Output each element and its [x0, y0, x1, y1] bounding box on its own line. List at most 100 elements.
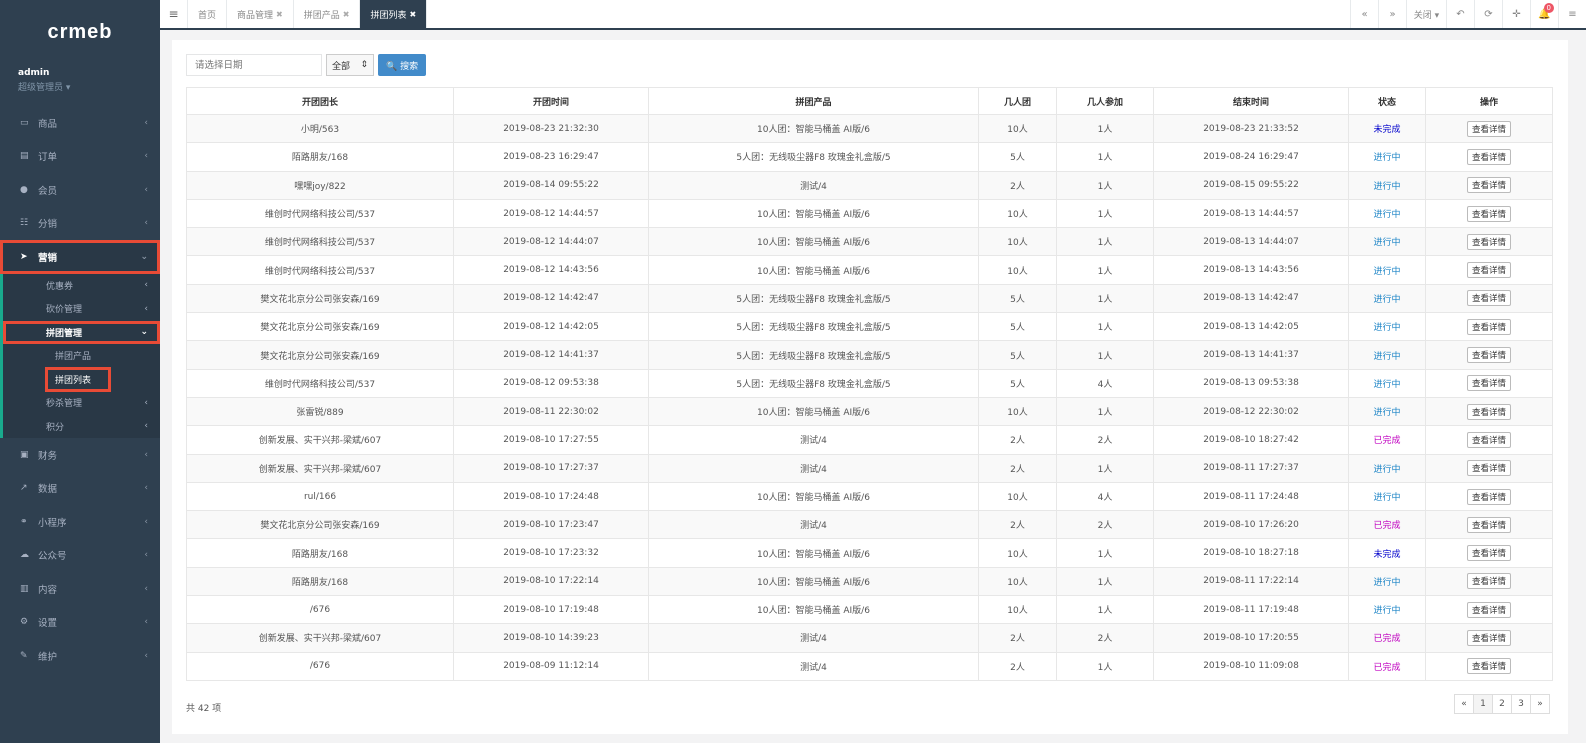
menu-toggle-icon[interactable]: ≡ [160, 0, 188, 28]
page-button[interactable]: 2 [1492, 694, 1512, 714]
status-select[interactable]: 全部 ⇕ [326, 54, 374, 76]
table-cell: 创新发展、实干兴邦-梁斌/607 [186, 453, 454, 483]
close-tabs-dropdown[interactable]: 关闭 ▾ [1406, 0, 1446, 28]
sidebar-item[interactable]: ⚙ 设置 ‹ [0, 606, 160, 640]
sidebar-item[interactable]: ▣ 财务 ‹ [0, 438, 160, 472]
close-icon[interactable]: ✖ [276, 10, 283, 19]
view-detail-button[interactable]: 查看详情 [1466, 148, 1511, 165]
status-cell: 进行中 [1348, 170, 1426, 200]
table-cell: 10人团：智能马桶盖 AI版/6 [648, 538, 979, 568]
refresh-icon[interactable]: ⟳ [1474, 0, 1502, 28]
view-detail-button[interactable]: 查看详情 [1466, 375, 1511, 392]
table-cell: 2019-08-12 09:53:38 [453, 368, 649, 398]
status-cell: 进行中 [1348, 142, 1426, 172]
total-count: 共 42 项 [186, 704, 222, 714]
view-detail-button[interactable]: 查看详情 [1466, 460, 1511, 477]
view-detail-button[interactable]: 查看详情 [1466, 347, 1511, 364]
sidebar-item[interactable]: ▭ 商品 ‹ [0, 106, 160, 140]
table-cell: 测试/4 [648, 425, 979, 455]
table-cell: 2019-08-10 14:39:23 [453, 623, 649, 653]
column-header: 几人团 [978, 87, 1057, 115]
chevron-icon: ‹ [144, 280, 148, 291]
tab[interactable]: 首页 [188, 0, 228, 28]
submenu-item[interactable]: 秒杀管理 ‹ [3, 391, 160, 415]
back-icon[interactable]: ↶ [1446, 0, 1474, 28]
table-row: 小明/563 2019-08-23 21:32:30 10人团：智能马桶盖 AI版/… [186, 113, 1553, 144]
sidebar-item[interactable]: ☷ 分销 ‹ [0, 207, 160, 241]
tab[interactable]: 拼团列表 ✖ [360, 0, 428, 28]
sidebar-item[interactable]: ⚭ 小程序 ‹ [0, 505, 160, 539]
tab[interactable]: 拼团产品 ✖ [294, 0, 361, 28]
view-detail-button[interactable]: 查看详情 [1466, 177, 1511, 194]
column-header: 开团时间 [453, 87, 649, 115]
table-cell: 1人 [1056, 113, 1154, 144]
view-detail-button[interactable]: 查看详情 [1466, 629, 1511, 646]
view-detail-button[interactable]: 查看详情 [1466, 318, 1511, 335]
view-detail-button[interactable]: 查看详情 [1466, 601, 1511, 618]
view-detail-button[interactable]: 查看详情 [1466, 516, 1511, 533]
sidebar-item-label: 数据 [38, 484, 58, 496]
page-button[interactable]: » [1530, 694, 1550, 714]
menu-icon[interactable]: ≡ [1558, 0, 1586, 28]
scroll-left-icon[interactable]: « [1350, 0, 1378, 28]
close-icon[interactable]: ✖ [409, 10, 416, 19]
chevron-icon: ‹ [144, 397, 148, 408]
view-detail-button[interactable]: 查看详情 [1466, 573, 1511, 590]
submenu-item[interactable]: 砍价管理 ‹ [3, 297, 160, 321]
date-range-input[interactable] [186, 54, 322, 76]
column-header: 状态 [1348, 87, 1426, 115]
view-detail-button[interactable]: 查看详情 [1466, 290, 1511, 307]
order-icon: ▤ [20, 151, 29, 162]
view-detail-button[interactable]: 查看详情 [1466, 658, 1511, 675]
view-detail-button[interactable]: 查看详情 [1466, 431, 1511, 448]
status-cell: 进行中 [1348, 340, 1426, 370]
search-button[interactable]: 🔍 搜索 [378, 54, 427, 76]
sidebar-item[interactable]: ▥ 内容 ‹ [0, 572, 160, 606]
sidebar: crmeb admin 超级管理员 ▾ ▭ 商品 ‹ ▤ 订单 ‹ ● 会员 ‹ ☷ 分销 ‹ ➤ 营销 ⌄… [0, 0, 160, 743]
table-cell: 1人 [1056, 312, 1154, 342]
chevron-icon: ‹ [144, 583, 148, 594]
view-detail-button[interactable]: 查看详情 [1466, 233, 1511, 250]
sidebar-item[interactable]: ↗ 数据 ‹ [0, 472, 160, 506]
table-cell: 10人 [978, 227, 1057, 257]
sidebar-item-label: 营销 [38, 252, 58, 264]
sidebar-item[interactable]: ● 会员 ‹ [0, 173, 160, 207]
fullscreen-icon[interactable]: ✛ [1502, 0, 1530, 28]
sidebar-item[interactable]: ☁ 公众号 ‹ [0, 539, 160, 573]
table-cell: 测试/4 [648, 651, 979, 681]
submenu-item-group-mgmt[interactable]: 拼团管理 ⌄ [3, 320, 160, 344]
view-detail-button[interactable]: 查看详情 [1466, 403, 1511, 420]
submenu-item[interactable]: 积分 ‹ [3, 415, 160, 439]
status-cell: 进行中 [1348, 396, 1426, 427]
submenu-item-group-list[interactable]: 拼团列表 [3, 366, 160, 392]
notification-badge: 0 [1543, 3, 1554, 13]
sidebar-item[interactable]: ✎ 维护 ‹ [0, 639, 160, 673]
submenu-item-label: 秒杀管理 [46, 399, 83, 410]
table-row: 维创时代网络科技公司/537 2019-08-12 14:44:07 10人团：智能… [186, 227, 1553, 257]
tab-list: 首页 商品管理 ✖ 拼团产品 ✖ 拼团列表 ✖ [188, 0, 428, 28]
user-role-dropdown[interactable]: 超级管理员 ▾ [18, 80, 160, 93]
page-button[interactable]: 1 [1473, 694, 1493, 714]
page-button[interactable]: « [1454, 694, 1474, 714]
bell-icon[interactable]: 🔔 0 [1530, 0, 1558, 28]
table-cell: 创新发展、实干兴邦-梁斌/607 [186, 623, 454, 653]
sidebar-item[interactable]: ➤ 营销 ⌄ [0, 240, 160, 274]
user-profile[interactable]: admin 超级管理员 ▾ [0, 68, 160, 108]
submenu-item-label: 拼团列表 [55, 375, 92, 386]
table-cell: 小明/563 [186, 113, 454, 144]
view-detail-button[interactable]: 查看详情 [1466, 488, 1511, 505]
view-detail-button[interactable]: 查看详情 [1466, 262, 1511, 279]
page-button[interactable]: 3 [1511, 694, 1531, 714]
scroll-right-icon[interactable]: » [1378, 0, 1406, 28]
table-cell: 2人 [978, 623, 1057, 653]
submenu-item-label: 拼团管理 [46, 328, 83, 339]
view-detail-button[interactable]: 查看详情 [1466, 205, 1511, 222]
tab[interactable]: 商品管理 ✖ [227, 0, 294, 28]
close-icon[interactable]: ✖ [343, 10, 350, 19]
submenu-item[interactable]: 优惠券 ‹ [3, 274, 160, 298]
view-detail-button[interactable]: 查看详情 [1466, 545, 1511, 562]
sidebar-item[interactable]: ▤ 订单 ‹ [0, 140, 160, 174]
view-detail-button[interactable]: 查看详情 [1466, 120, 1511, 137]
content-panel: 全部 ⇕ 🔍 搜索 开团团长开团时间拼团产品几人团几人参加结束时间状态操作 小明/… [172, 40, 1568, 734]
submenu-item-group-products[interactable]: 拼团产品 [3, 344, 160, 368]
